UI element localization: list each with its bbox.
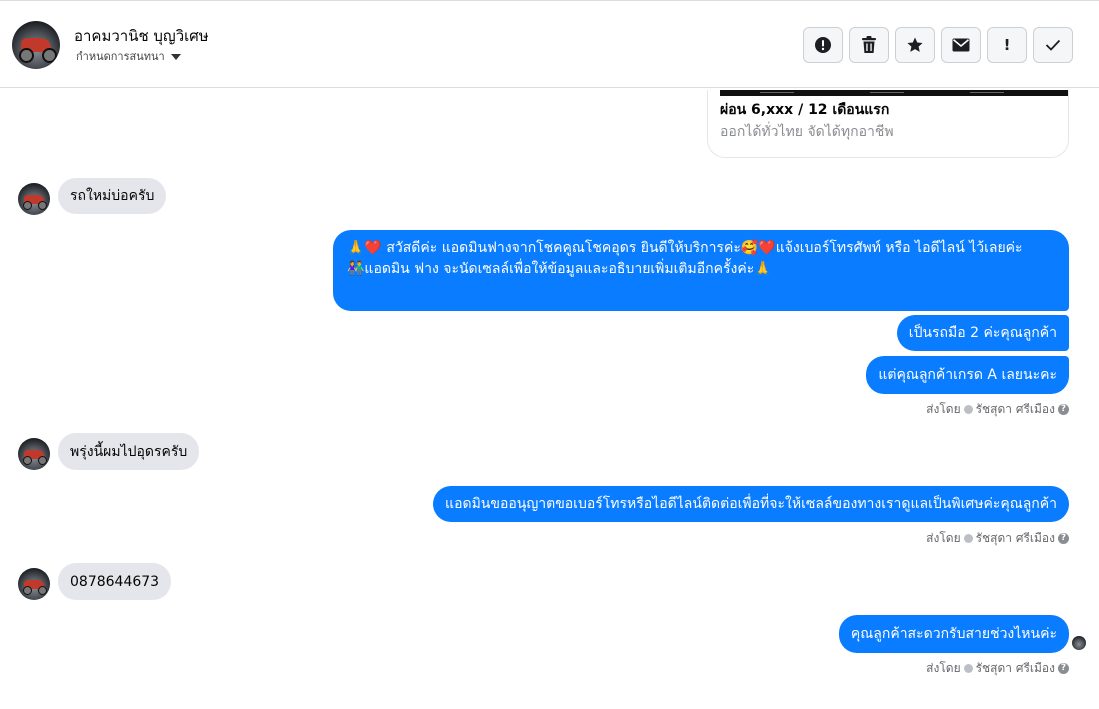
- agent-avatar-icon: [963, 405, 973, 414]
- follow-up-button[interactable]: !: [987, 27, 1027, 63]
- sender-avatar[interactable]: [18, 183, 50, 215]
- star-button[interactable]: [895, 27, 935, 63]
- outgoing-message[interactable]: 🙏❤️ สวัสดีค่ะ แอดมินฟางจากโชคคูณโชคอุดร …: [333, 230, 1069, 311]
- alert-circle-icon: [814, 36, 832, 54]
- agent-avatar-icon: [963, 534, 973, 543]
- contact-avatar[interactable]: [12, 21, 60, 69]
- assign-conversation-dropdown[interactable]: กำหนดการสนทนา: [76, 47, 181, 65]
- ad-link-card[interactable]: ผ่อน 6,xxx / 12 เดือนแรก ออกได้ทั่วไทย จ…: [707, 90, 1069, 158]
- star-icon: [906, 36, 924, 54]
- sent-by-label: ส่งโดย: [926, 402, 961, 416]
- assign-conversation-label: กำหนดการสนทนา: [76, 50, 165, 63]
- trash-icon: [861, 36, 877, 54]
- delete-button[interactable]: [849, 27, 889, 63]
- incoming-message[interactable]: รถใหม่บ่อครับ: [58, 178, 167, 214]
- outgoing-message[interactable]: แต่คุณลูกค้าเกรด A เลยนะคะ: [866, 356, 1069, 394]
- conversation-header: อาคมวานิช บุญวิเศษ กำหนดการสนทนา !: [0, 0, 1099, 88]
- contact-name[interactable]: อาคมวานิช บุญวิเศษ: [74, 24, 209, 48]
- message-line: 👫แอดมิน ฟาง จะนัดเซลล์เพื่อให้ข้อมูลและอ…: [347, 261, 772, 277]
- help-icon[interactable]: ?: [1058, 663, 1069, 674]
- checkmark-icon: [1045, 39, 1061, 51]
- help-icon[interactable]: ?: [1058, 404, 1069, 415]
- sent-by-agent-name: รัชสุดา ศรีเมือง: [975, 531, 1055, 545]
- message-line: 🙏❤️ สวัสดีค่ะ แอดมินฟางจากโชคคูณโชคอุดร …: [347, 240, 1023, 256]
- caret-down-icon: [170, 53, 181, 60]
- sent-by-agent-name: รัชสุดา ศรีเมือง: [975, 402, 1055, 416]
- outgoing-message[interactable]: แอดมินขออนุญาตขอเบอร์โทรหรือไอดีไลน์ติดต…: [433, 486, 1069, 522]
- sent-by-label: ส่งโดย: [926, 661, 961, 675]
- sent-by-label: ส่งโดย: [926, 531, 961, 545]
- envelope-icon: [952, 38, 970, 52]
- agent-avatar-icon: [963, 664, 973, 673]
- incoming-message[interactable]: 0878644673: [58, 563, 172, 600]
- card-image: [720, 90, 1068, 96]
- sent-by-indicator: ส่งโดย รัชสุดา ศรีเมือง ?: [926, 400, 1069, 419]
- mark-spam-button[interactable]: [803, 27, 843, 63]
- mark-unread-button[interactable]: [941, 27, 981, 63]
- sender-avatar[interactable]: [18, 438, 50, 470]
- outgoing-message[interactable]: เป็นรถมือ 2 ค่ะคุณลูกค้า: [896, 315, 1069, 351]
- card-title: ผ่อน 6,xxx / 12 เดือนแรก: [720, 102, 890, 118]
- seen-receipt-avatar: [1072, 636, 1086, 650]
- incoming-message[interactable]: พรุ่งนี้ผมไปอุดรครับ: [58, 433, 200, 470]
- help-icon[interactable]: ?: [1058, 533, 1069, 544]
- sender-avatar[interactable]: [18, 568, 50, 600]
- card-subtitle: ออกได้ทั่วไทย จัดได้ทุกอาชีพ: [720, 124, 894, 140]
- mark-done-button[interactable]: [1033, 27, 1073, 63]
- conversation-toolbar: !: [803, 27, 1073, 63]
- sent-by-agent-name: รัชสุดา ศรีเมือง: [975, 661, 1055, 675]
- sent-by-indicator: ส่งโดย รัชสุดา ศรีเมือง ?: [926, 659, 1069, 678]
- exclamation-icon: !: [1003, 36, 1011, 54]
- sent-by-indicator: ส่งโดย รัชสุดา ศรีเมือง ?: [926, 529, 1069, 548]
- outgoing-message[interactable]: คุณลูกค้าสะดวกรับสายช่วงไหนค่ะ: [838, 615, 1069, 653]
